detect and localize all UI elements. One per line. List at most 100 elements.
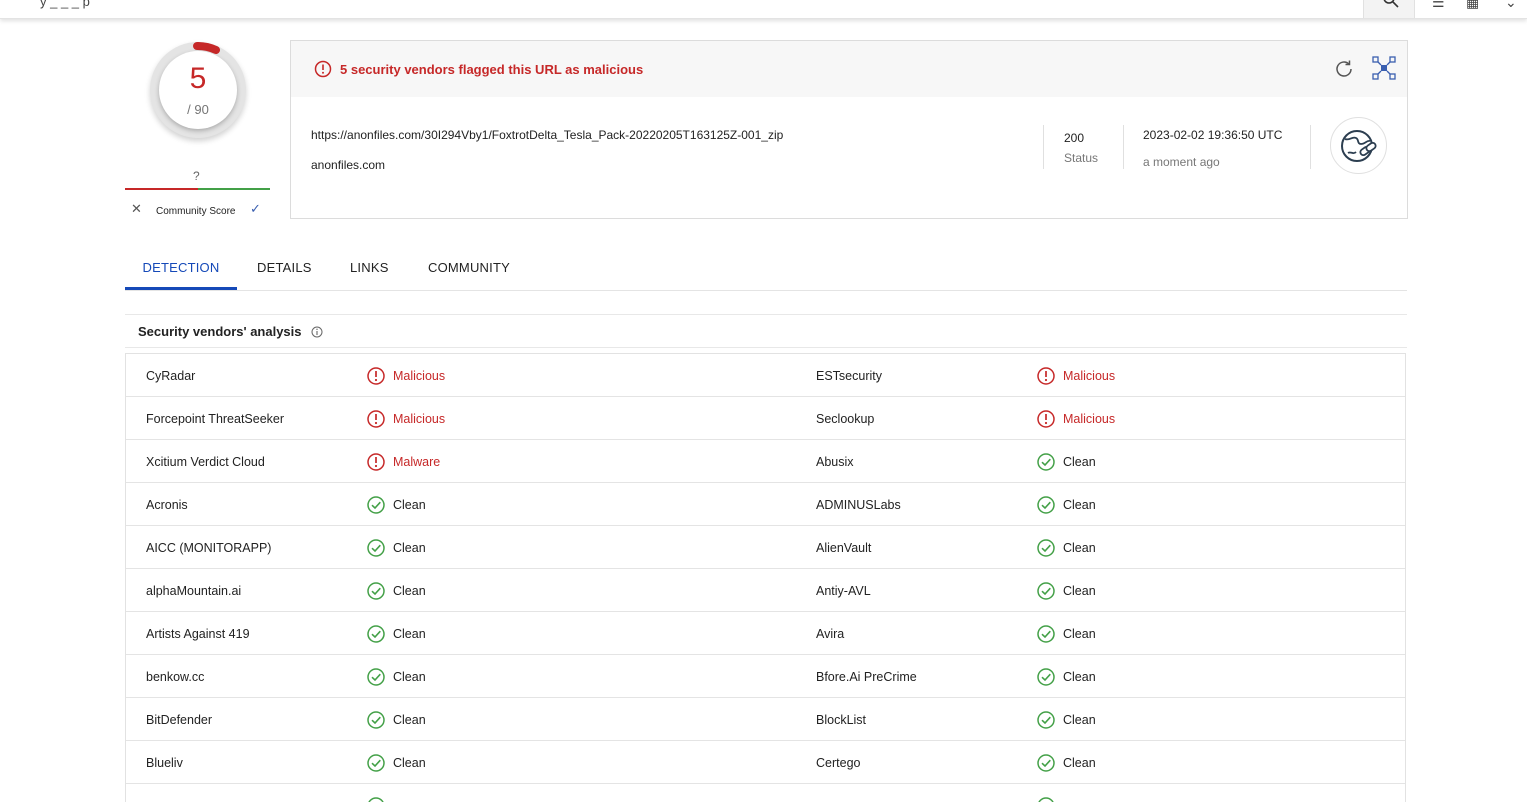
vendor-name: AICC (MONITORAPP)	[146, 541, 272, 555]
alert-circle-icon	[366, 409, 386, 434]
verdict-label: Clean	[393, 713, 426, 727]
verdict-label: Clean	[1063, 627, 1096, 641]
http-status-label: Status	[1064, 151, 1099, 165]
verdict-label: Clean	[393, 498, 426, 512]
search-button[interactable]	[1363, 0, 1415, 18]
analyzed-url[interactable]: https://anonfiles.com/30I294Vby1/Foxtrot…	[311, 128, 783, 142]
alert-circle-icon	[366, 366, 386, 391]
check-circle-icon	[1036, 538, 1056, 563]
detection-total: / 90	[187, 102, 209, 117]
menu-icon[interactable]: ☰	[1432, 0, 1445, 11]
check-circle-icon	[1036, 710, 1056, 735]
vendor-name: BitDefender	[146, 713, 213, 727]
tab-links[interactable]: LINKS	[350, 254, 389, 290]
info-icon[interactable]	[311, 326, 323, 338]
verdict-label: Clean	[393, 627, 426, 641]
chevron-down-icon[interactable]: ⌄	[1505, 0, 1517, 11]
detection-count: 5	[189, 62, 207, 95]
table-row	[126, 784, 1405, 802]
vendor-name: Abusix	[816, 455, 854, 469]
vendors-section-header: Security vendors' analysis	[125, 314, 1407, 348]
vote-harmful-icon[interactable]: ✕	[131, 201, 142, 217]
table-row: Xcitium Verdict Cloud Malware Abusix Clean	[126, 440, 1405, 483]
globe-link-icon	[1341, 130, 1377, 162]
vendor-name: Xcitium Verdict Cloud	[146, 455, 265, 469]
tab-details[interactable]: DETAILS	[257, 254, 312, 290]
report-tabs: DETECTION DETAILS LINKS COMMUNITY	[125, 254, 1407, 291]
alert-circle-icon	[314, 60, 332, 78]
check-circle-icon	[1036, 495, 1056, 520]
verdict-label: Clean	[393, 541, 426, 555]
search-icon	[1383, 0, 1399, 8]
verdict-label: Clean	[1063, 455, 1096, 469]
vendor-name: Certego	[816, 756, 861, 770]
verdict-label: Clean	[1063, 584, 1096, 598]
vendor-name: AlienVault	[816, 541, 872, 555]
vote-harmless-icon[interactable]: ✓	[250, 201, 261, 217]
search-query-text[interactable]: y _ _ _ p	[40, 0, 90, 9]
tab-community[interactable]: COMMUNITY	[428, 254, 510, 290]
vendor-name: ADMINUSLabs	[816, 498, 901, 512]
divider	[1123, 125, 1124, 169]
divider	[1043, 125, 1044, 169]
alert-banner: 5 security vendors flagged this URL as m…	[291, 41, 1407, 97]
check-circle-icon	[1036, 452, 1056, 477]
verdict-label: Clean	[1063, 670, 1096, 684]
check-circle-icon	[366, 796, 386, 802]
table-row: Acronis Clean ADMINUSLabs Clean	[126, 483, 1405, 526]
check-circle-icon	[1036, 581, 1056, 606]
table-row: benkow.cc Clean Bfore.Ai PreCrime Clean	[126, 655, 1405, 698]
check-circle-icon	[366, 667, 386, 692]
check-circle-icon	[366, 495, 386, 520]
divider	[1310, 125, 1311, 169]
table-row: alphaMountain.ai Clean Antiy-AVL Clean	[126, 569, 1405, 612]
verdict-label: Malicious	[1063, 412, 1116, 426]
top-navigation-bar: y _ _ _ p ☰ ▦ ⌄	[0, 0, 1527, 19]
table-row: BitDefender Clean BlockList Clean	[126, 698, 1405, 741]
verdict-label: Clean	[393, 584, 426, 598]
table-row: Forcepoint ThreatSeeker Malicious Seclooku…	[126, 397, 1405, 440]
verdict-label: Clean	[393, 670, 426, 684]
verdict-label: Malicious	[1063, 369, 1116, 383]
community-score-value: ?	[193, 169, 200, 183]
table-row: Blueliv Clean Certego Clean	[126, 741, 1405, 784]
verdict-label: Malicious	[393, 369, 446, 383]
vendor-name: Avira	[816, 627, 845, 641]
check-circle-icon	[366, 581, 386, 606]
community-bar-positive	[198, 188, 270, 190]
community-bar-negative	[125, 188, 198, 190]
check-circle-icon	[366, 624, 386, 649]
check-circle-icon	[1036, 796, 1056, 802]
vendor-name: Forcepoint ThreatSeeker	[146, 412, 285, 426]
url-summary-panel: 5 security vendors flagged this URL as m…	[290, 40, 1408, 219]
url-domain[interactable]: anonfiles.com	[311, 158, 385, 172]
reanalyze-icon[interactable]	[1333, 58, 1355, 80]
verdict-label: Clean	[1063, 541, 1096, 555]
detection-score-ring: 5 / 90	[150, 42, 246, 138]
vendor-name: Acronis	[146, 498, 188, 512]
vendor-name: ESTsecurity	[816, 369, 882, 383]
table-row: AICC (MONITORAPP) Clean AlienVault Clean	[126, 526, 1405, 569]
alert-circle-icon	[366, 452, 386, 477]
check-circle-icon	[1036, 753, 1056, 778]
graph-view-icon[interactable]	[1372, 56, 1396, 80]
verdict-label: Malicious	[393, 412, 446, 426]
vendors-table: CyRadar Malicious ESTsecurity Malicious Forc…	[125, 353, 1406, 802]
alert-message: 5 security vendors flagged this URL as m…	[340, 62, 644, 77]
url-type-badge	[1330, 117, 1387, 174]
vendor-name: benkow.cc	[146, 670, 205, 684]
alert-circle-icon	[1036, 366, 1056, 391]
apps-grid-icon[interactable]: ▦	[1466, 0, 1479, 11]
vendor-name: Bfore.Ai PreCrime	[816, 670, 917, 684]
vendor-name: Seclookup	[816, 412, 875, 426]
check-circle-icon	[366, 538, 386, 563]
table-row: Artists Against 419 Clean Avira Clean	[126, 612, 1405, 655]
vendor-name: Blueliv	[146, 756, 183, 770]
verdict-label: Clean	[1063, 498, 1096, 512]
tab-detection[interactable]: DETECTION	[125, 254, 237, 290]
check-circle-icon	[1036, 624, 1056, 649]
vendor-name: Artists Against 419	[146, 627, 250, 641]
verdict-label: Malware	[393, 455, 441, 469]
analysis-relative-time: a moment ago	[1143, 155, 1220, 169]
community-score-label: Community Score	[156, 206, 236, 217]
